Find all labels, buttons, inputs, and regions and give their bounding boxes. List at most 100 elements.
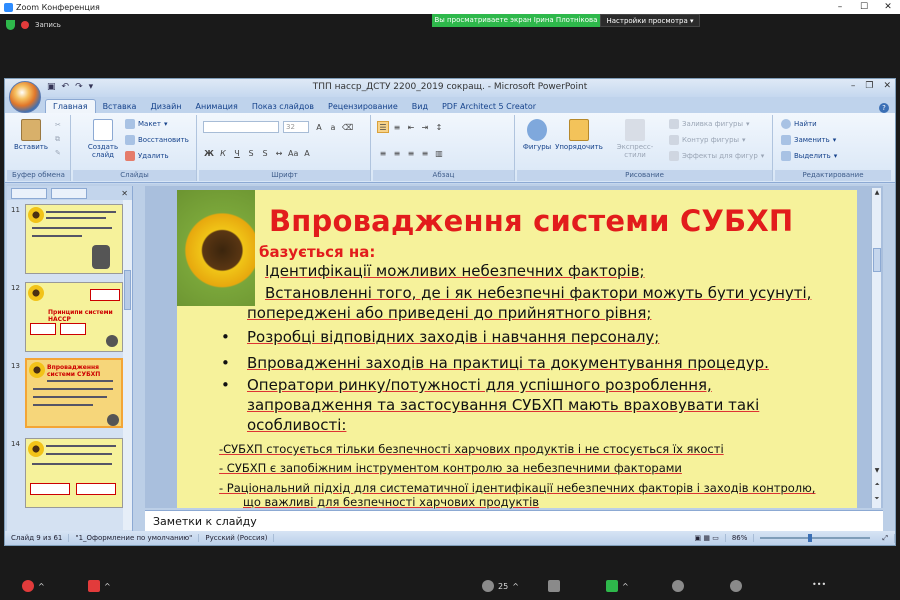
record-button[interactable] bbox=[672, 580, 684, 592]
fit-slide-icon[interactable]: ⤢ bbox=[876, 533, 895, 543]
tab-insert[interactable]: Вставка bbox=[96, 100, 144, 113]
share-chevron-icon[interactable]: ^ bbox=[622, 582, 629, 591]
video-chevron-icon[interactable]: ^ bbox=[104, 582, 111, 591]
slide-thumbnail-11[interactable] bbox=[25, 204, 123, 274]
copy-icon[interactable]: ⧉ bbox=[55, 135, 60, 144]
ppt-restore-icon[interactable]: ❐ bbox=[865, 81, 873, 91]
case-icon[interactable]: Aa bbox=[287, 147, 299, 159]
maximize-icon[interactable]: ☐ bbox=[852, 0, 876, 14]
layout-button[interactable]: Макет ▾ bbox=[125, 119, 167, 129]
replace-button[interactable]: Заменить ▾ bbox=[781, 135, 836, 145]
strikethrough-icon[interactable]: S bbox=[245, 147, 257, 159]
clear-format-icon[interactable]: ⌫ bbox=[341, 121, 353, 133]
slide-thumbnail-12[interactable]: Принципи системи НАССР bbox=[25, 282, 123, 352]
italic-icon[interactable]: К bbox=[217, 147, 229, 159]
participants-chevron-icon[interactable]: ^ bbox=[512, 582, 519, 591]
slides-tab[interactable] bbox=[11, 187, 47, 199]
shape-outline-label: Контур фигуры bbox=[682, 136, 740, 144]
arrange-button[interactable]: Упорядочить bbox=[555, 119, 603, 151]
justify-icon[interactable]: ≡ bbox=[419, 147, 431, 159]
status-zoom-value[interactable]: 86% bbox=[726, 534, 755, 542]
help-icon[interactable]: ? bbox=[879, 103, 889, 113]
recording-icon bbox=[21, 21, 29, 29]
slide-thumbnail-13[interactable]: Впровадження системи СУБХП bbox=[25, 358, 123, 428]
status-theme: "1_Оформление по умолчанию" bbox=[69, 534, 200, 542]
thumbnails-scroll-knob[interactable] bbox=[124, 270, 131, 310]
line-spacing-icon[interactable]: ↕ bbox=[433, 121, 445, 133]
thumb-box bbox=[90, 289, 120, 301]
zoom-slider[interactable] bbox=[760, 534, 871, 542]
restore-button[interactable]: Восстановить bbox=[125, 135, 189, 145]
new-slide-icon bbox=[93, 119, 113, 141]
delete-button[interactable]: Удалить bbox=[125, 151, 169, 161]
video-button[interactable]: ^ bbox=[88, 580, 111, 592]
increase-indent-icon[interactable]: ⇥ bbox=[419, 121, 431, 133]
office-button[interactable] bbox=[9, 81, 41, 113]
create-slide-button[interactable]: Создать слайд bbox=[83, 119, 123, 159]
tab-home[interactable]: Главная bbox=[45, 99, 96, 113]
tab-slideshow[interactable]: Показ слайдов bbox=[245, 100, 321, 113]
reactions-button[interactable] bbox=[730, 580, 742, 592]
tab-animation[interactable]: Анимация bbox=[189, 100, 245, 113]
view-options-button[interactable]: Настройки просмотра ▾ bbox=[600, 14, 700, 27]
participants-button[interactable]: 25 ^ bbox=[482, 580, 519, 592]
tab-view[interactable]: Вид bbox=[405, 100, 435, 113]
tab-pdf-architect[interactable]: PDF Architect 5 Creator bbox=[435, 100, 543, 113]
tab-review[interactable]: Рецензирование bbox=[321, 100, 405, 113]
find-button[interactable]: Найти bbox=[781, 119, 817, 129]
slide-scroll-knob[interactable] bbox=[873, 248, 881, 272]
chat-button[interactable] bbox=[548, 580, 560, 592]
express-styles-button[interactable]: Экспресс-стили bbox=[607, 119, 663, 159]
columns-icon[interactable]: ▥ bbox=[433, 147, 445, 159]
shadow-icon[interactable]: S bbox=[259, 147, 271, 159]
grow-font-icon[interactable]: A bbox=[313, 121, 325, 133]
align-center-icon[interactable]: ≡ bbox=[391, 147, 403, 159]
align-right-icon[interactable]: ≡ bbox=[405, 147, 417, 159]
slide-notes[interactable]: Заметки к слайду bbox=[145, 510, 883, 531]
bold-icon[interactable]: Ж bbox=[203, 147, 215, 159]
shape-effects-button[interactable]: Эффекты для фигур ▾ bbox=[669, 151, 764, 161]
shapes-button[interactable]: Фигуры bbox=[517, 119, 557, 151]
font-size-combo[interactable]: 32 bbox=[283, 121, 309, 133]
more-button[interactable]: ••• bbox=[812, 580, 826, 589]
font-color-icon[interactable]: A bbox=[301, 147, 313, 159]
spacing-icon[interactable]: ↔ bbox=[273, 147, 285, 159]
bullet-icon: • bbox=[221, 328, 230, 346]
align-left-icon[interactable]: ≡ bbox=[377, 147, 389, 159]
ppt-statusbar: Слайд 9 из 61 "1_Оформление по умолчанию… bbox=[5, 531, 895, 545]
restore-label: Восстановить bbox=[138, 136, 189, 144]
shape-fill-button[interactable]: Заливка фигуры ▾ bbox=[669, 119, 750, 129]
thumb-text-line bbox=[33, 396, 107, 398]
tab-design[interactable]: Дизайн bbox=[143, 100, 188, 113]
shape-outline-button[interactable]: Контур фигуры ▾ bbox=[669, 135, 746, 145]
thumbnails-scrollbar[interactable] bbox=[123, 200, 132, 530]
mute-button[interactable]: ^ bbox=[22, 580, 45, 592]
shrink-font-icon[interactable]: a bbox=[327, 121, 339, 133]
decrease-indent-icon[interactable]: ⇤ bbox=[405, 121, 417, 133]
bullets-icon[interactable]: ☰ bbox=[377, 121, 389, 133]
status-view-buttons[interactable]: ▣ ▦ ▭ bbox=[689, 534, 726, 542]
outline-tab[interactable] bbox=[51, 187, 87, 199]
format-painter-icon[interactable]: ✎ bbox=[55, 149, 61, 157]
select-button[interactable]: Выделить ▾ bbox=[781, 151, 837, 161]
scroll-up-icon[interactable]: ▲ bbox=[872, 188, 882, 198]
slide-thumbnail-14[interactable] bbox=[25, 438, 123, 508]
ppt-minimize-icon[interactable]: – bbox=[851, 81, 856, 91]
scroll-down-icon[interactable]: ▼ bbox=[872, 466, 882, 476]
underline-icon[interactable]: Ч bbox=[231, 147, 243, 159]
next-slide-icon[interactable]: ⏷ bbox=[872, 494, 882, 504]
select-label: Выделить bbox=[794, 152, 831, 160]
prev-slide-icon[interactable]: ⏶ bbox=[872, 480, 882, 490]
pane-close-icon[interactable]: ✕ bbox=[121, 189, 128, 198]
ppt-close-icon[interactable]: ✕ bbox=[883, 81, 891, 91]
current-slide[interactable]: Впровадження системи СУБХП базується на:… bbox=[177, 190, 857, 509]
mute-chevron-icon[interactable]: ^ bbox=[38, 582, 45, 591]
minimize-icon[interactable]: – bbox=[828, 0, 852, 14]
share-screen-button[interactable]: ^ bbox=[606, 580, 629, 592]
numbering-icon[interactable]: ≡ bbox=[391, 121, 403, 133]
cut-icon[interactable]: ✂ bbox=[55, 121, 61, 129]
slide-scrollbar[interactable]: ▲ ▼ ⏶ ⏷ bbox=[871, 188, 881, 508]
font-name-combo[interactable] bbox=[203, 121, 279, 133]
paste-button[interactable]: Вставить bbox=[11, 119, 51, 151]
close-icon[interactable]: ✕ bbox=[876, 0, 900, 14]
